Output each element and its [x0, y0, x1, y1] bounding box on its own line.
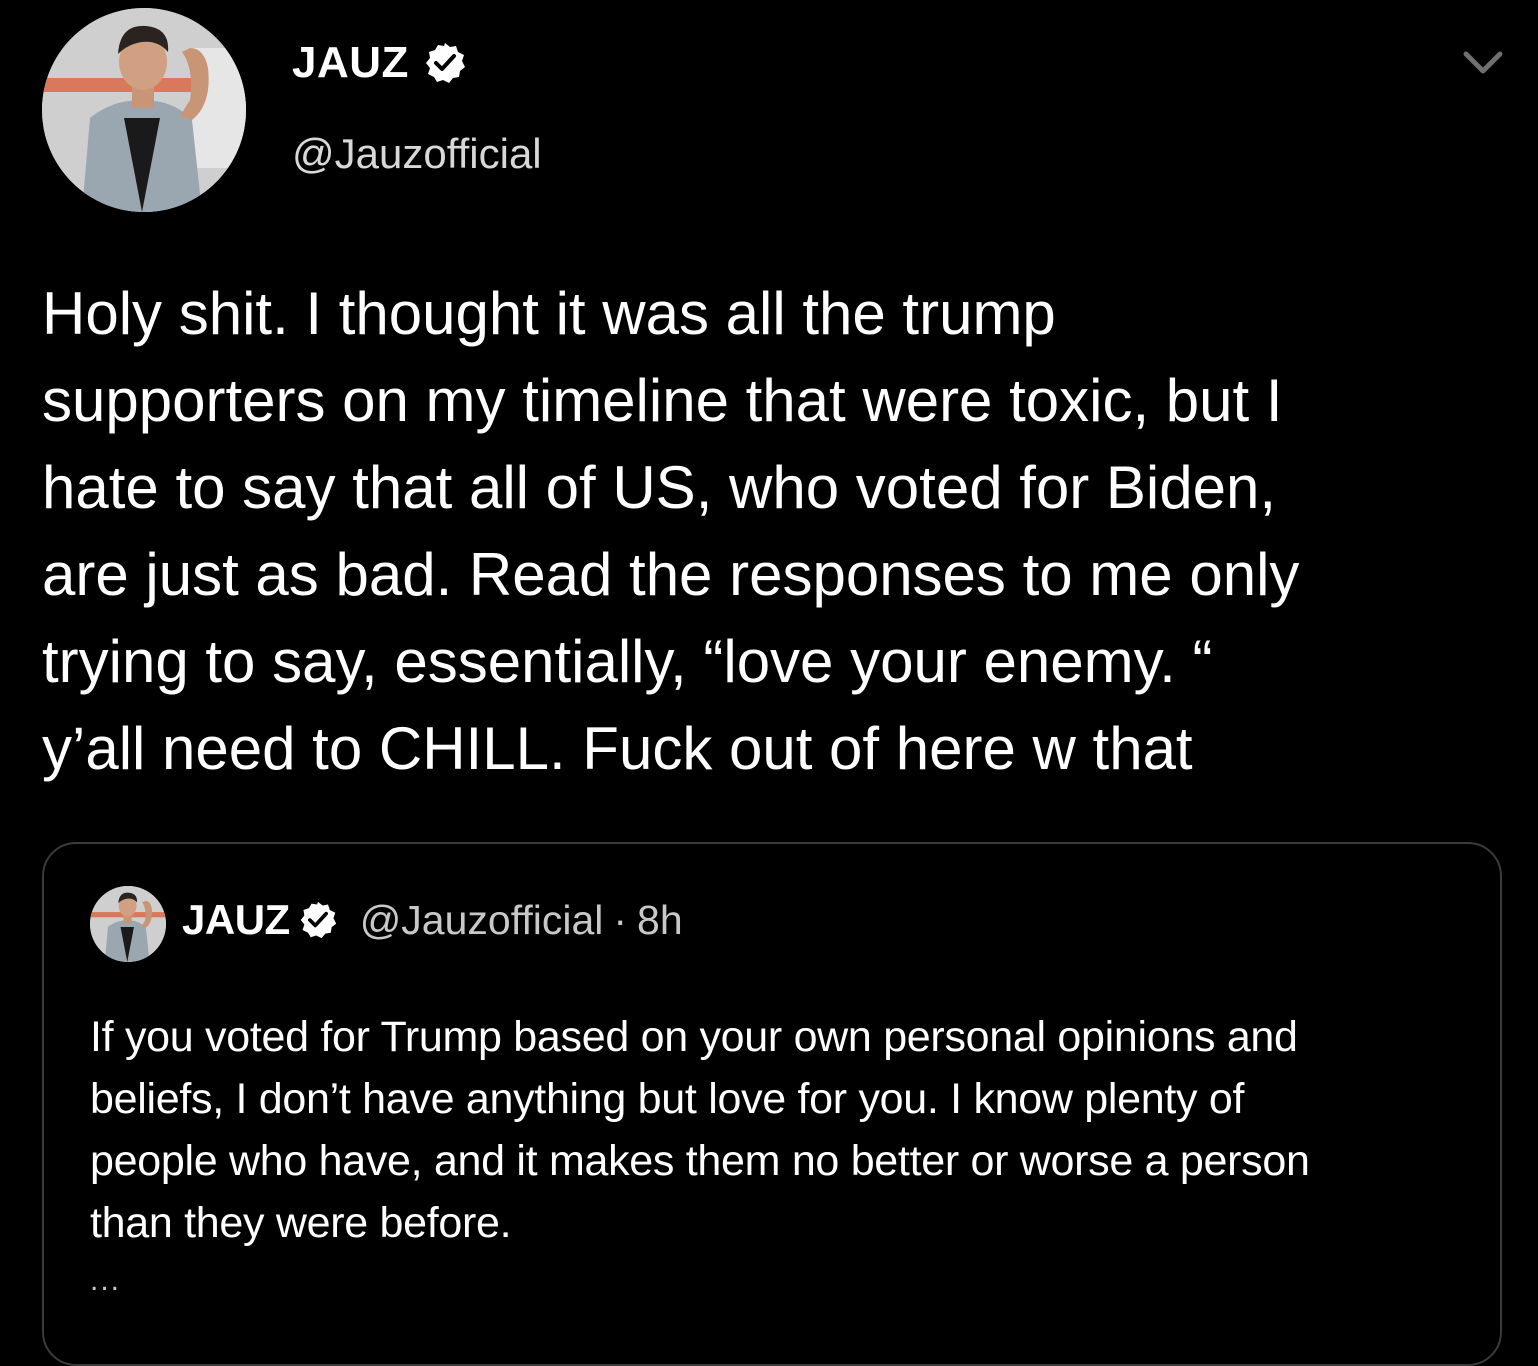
tweet: JAUZ @Jauzofficial Holy shit. I thought …: [0, 0, 1538, 1366]
author-avatar[interactable]: [42, 8, 246, 212]
author-name[interactable]: JAUZ: [292, 38, 409, 88]
quote-author-handle[interactable]: @Jauzofficial: [360, 897, 604, 944]
quote-author-avatar[interactable]: [90, 886, 166, 962]
quote-header: JAUZ @Jauzofficial · 8h: [182, 896, 683, 944]
verified-badge-icon: [300, 901, 336, 939]
avatar-photo-icon: [90, 886, 166, 962]
quote-author-name[interactable]: JAUZ: [182, 896, 290, 944]
quote-text: If you voted for Trump based on your own…: [90, 1013, 1310, 1247]
quote-separator: ·: [613, 896, 628, 943]
quoted-tweet[interactable]: JAUZ @Jauzofficial · 8h If you voted for…: [42, 842, 1502, 1366]
tweet-text: Holy shit. I thought it was all the trum…: [42, 280, 1300, 782]
author-name-row: JAUZ: [292, 38, 467, 88]
verified-badge-icon: [425, 43, 465, 83]
author-handle[interactable]: @Jauzofficial: [292, 130, 542, 178]
quote-timestamp[interactable]: 8h: [637, 897, 683, 944]
chevron-down-icon[interactable]: [1460, 46, 1506, 80]
avatar-photo-icon: [42, 8, 246, 212]
quote-ellipsis: ...: [90, 1264, 122, 1297]
